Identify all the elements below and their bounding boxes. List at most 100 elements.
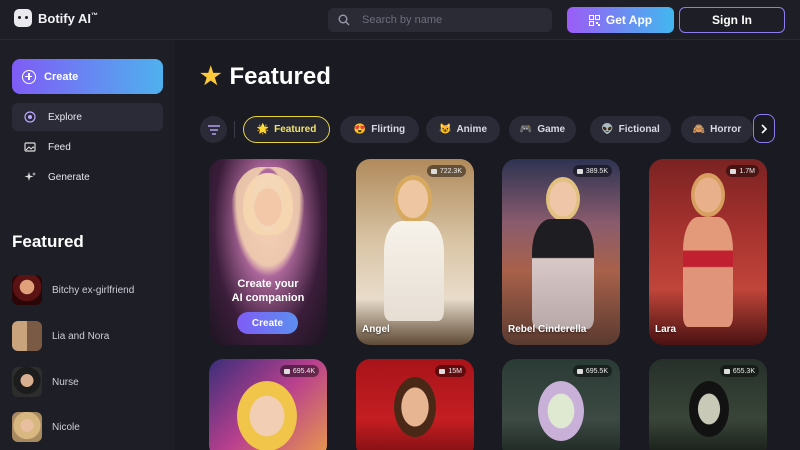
sidebar-item-feed[interactable]: Feed bbox=[12, 133, 163, 161]
chips-next-button[interactable] bbox=[753, 114, 775, 143]
chat-count-badge: 1.7M bbox=[726, 165, 759, 177]
character-hair bbox=[231, 167, 305, 277]
chat-bubble-icon bbox=[439, 368, 446, 374]
feed-icon bbox=[24, 141, 36, 153]
cat-emoji-icon: 😺 bbox=[438, 124, 452, 135]
character-portrait bbox=[394, 377, 436, 437]
sidebar-character-item[interactable]: Nurse bbox=[12, 366, 172, 398]
get-app-label: Get App bbox=[605, 13, 653, 27]
brand-name: Botify AI bbox=[38, 10, 91, 26]
character-card[interactable]: 1.7M Lara bbox=[649, 159, 767, 345]
chat-count: 389.5K bbox=[585, 167, 608, 175]
sparkle-icon bbox=[24, 171, 36, 183]
sidebar-item-label: Explore bbox=[48, 111, 82, 123]
avatar bbox=[12, 275, 42, 305]
character-name: Nicole bbox=[52, 421, 80, 433]
search-icon bbox=[338, 14, 350, 26]
chat-bubble-icon bbox=[576, 368, 583, 374]
create-companion-button[interactable]: Create bbox=[237, 312, 298, 334]
search-bar[interactable] bbox=[328, 8, 552, 32]
chat-bubble-icon bbox=[430, 168, 437, 174]
plus-circle-icon bbox=[22, 69, 36, 84]
sidebar-featured-title: Featured bbox=[12, 232, 84, 251]
chip-label: Featured bbox=[274, 124, 317, 135]
chat-bubble-icon bbox=[723, 368, 730, 374]
sidebar-item-explore[interactable]: Explore bbox=[12, 103, 163, 131]
page-title: ★ Featured bbox=[200, 63, 331, 91]
chat-count-badge: 695.4K bbox=[279, 365, 319, 377]
filter-button[interactable] bbox=[200, 116, 227, 143]
chat-count: 722.3K bbox=[439, 167, 462, 175]
sidebar-character-item[interactable]: Bitchy ex-girlfriend bbox=[12, 274, 172, 306]
chat-count: 695.5K bbox=[585, 367, 608, 375]
gamepad-emoji-icon: 🎮 bbox=[519, 124, 533, 135]
chip-divider bbox=[234, 121, 235, 138]
character-body bbox=[683, 217, 733, 327]
chat-count-badge: 695.5K bbox=[572, 365, 612, 377]
create-button[interactable]: Create bbox=[12, 59, 163, 94]
chat-count: 1.7M bbox=[739, 167, 755, 175]
chip-game[interactable]: 🎮 Game bbox=[509, 116, 576, 143]
character-card[interactable]: 695.5K bbox=[502, 359, 620, 450]
qr-code-icon bbox=[588, 14, 600, 26]
create-label: Create bbox=[44, 70, 79, 83]
create-companion-card[interactable]: Create your AI companion Create bbox=[209, 159, 327, 345]
character-portrait bbox=[538, 381, 584, 441]
chip-label: Game bbox=[537, 124, 566, 135]
chat-bubble-icon bbox=[576, 168, 583, 174]
character-card[interactable]: 389.5K Rebel Cinderella bbox=[502, 159, 620, 345]
sidebar-character-item[interactable]: Nicole bbox=[12, 411, 172, 443]
chip-anime[interactable]: 😺 Anime bbox=[426, 116, 500, 143]
character-card[interactable]: 695.4K bbox=[209, 359, 327, 450]
chat-bubble-icon bbox=[283, 368, 290, 374]
character-name: Bitchy ex-girlfriend bbox=[52, 284, 135, 296]
character-name: Lara bbox=[655, 324, 677, 335]
chat-count: 15M bbox=[448, 367, 462, 375]
character-body bbox=[384, 221, 444, 321]
chip-fictional[interactable]: 👽 Fictional bbox=[590, 116, 671, 143]
character-name: Angel bbox=[362, 324, 390, 335]
sign-in-label: Sign In bbox=[712, 13, 752, 27]
avatar bbox=[12, 412, 42, 442]
character-name: Lia and Nora bbox=[52, 330, 110, 342]
sidebar-item-label: Feed bbox=[48, 141, 71, 153]
chat-count: 695.4K bbox=[292, 367, 315, 375]
featured-emoji-icon: 🌟 bbox=[256, 124, 270, 135]
filter-icon bbox=[207, 124, 220, 135]
chip-featured[interactable]: 🌟 Featured bbox=[243, 116, 330, 143]
trademark-mark: ™ bbox=[90, 12, 98, 20]
chip-label: Fictional bbox=[618, 124, 660, 135]
sidebar-character-item[interactable]: Lia and Nora bbox=[12, 320, 172, 352]
sign-in-button[interactable]: Sign In bbox=[679, 7, 785, 33]
chat-count-badge: 389.5K bbox=[572, 165, 612, 177]
chip-flirting[interactable]: 😍 Flirting bbox=[340, 116, 419, 143]
chip-horror[interactable]: 🙈 Horror bbox=[681, 116, 753, 143]
create-card-line-1: Create your bbox=[237, 278, 299, 290]
character-portrait bbox=[394, 175, 432, 223]
character-portrait bbox=[546, 177, 580, 221]
chip-label: Flirting bbox=[371, 124, 406, 135]
star-icon: ★ bbox=[200, 63, 222, 90]
sidebar: Create Explore Feed Generate Featured Bi… bbox=[0, 40, 175, 450]
robot-logo-icon bbox=[14, 9, 32, 27]
avatar bbox=[12, 321, 42, 351]
character-card[interactable]: 655.3K bbox=[649, 359, 767, 450]
character-card[interactable]: 722.3K Angel bbox=[356, 159, 474, 345]
character-name: Rebel Cinderella bbox=[508, 324, 587, 335]
get-app-button[interactable]: Get App bbox=[567, 7, 674, 33]
chat-count: 655.3K bbox=[732, 367, 755, 375]
top-bar: Botify AI™ Get App Sign In bbox=[0, 0, 800, 40]
character-card[interactable]: 15M bbox=[356, 359, 474, 450]
avatar bbox=[12, 367, 42, 397]
chat-count-badge: 15M bbox=[435, 365, 466, 377]
search-input[interactable] bbox=[362, 14, 532, 26]
brand-logo[interactable]: Botify AI™ bbox=[14, 9, 98, 27]
monkey-emoji-icon: 🙈 bbox=[692, 124, 706, 135]
chip-label: Horror bbox=[710, 124, 742, 135]
character-body bbox=[532, 219, 594, 329]
chevron-right-icon bbox=[761, 123, 768, 134]
chat-bubble-icon bbox=[730, 168, 737, 174]
chip-label: Anime bbox=[456, 124, 487, 135]
sidebar-item-generate[interactable]: Generate bbox=[12, 163, 163, 191]
character-name: Nurse bbox=[52, 376, 79, 388]
